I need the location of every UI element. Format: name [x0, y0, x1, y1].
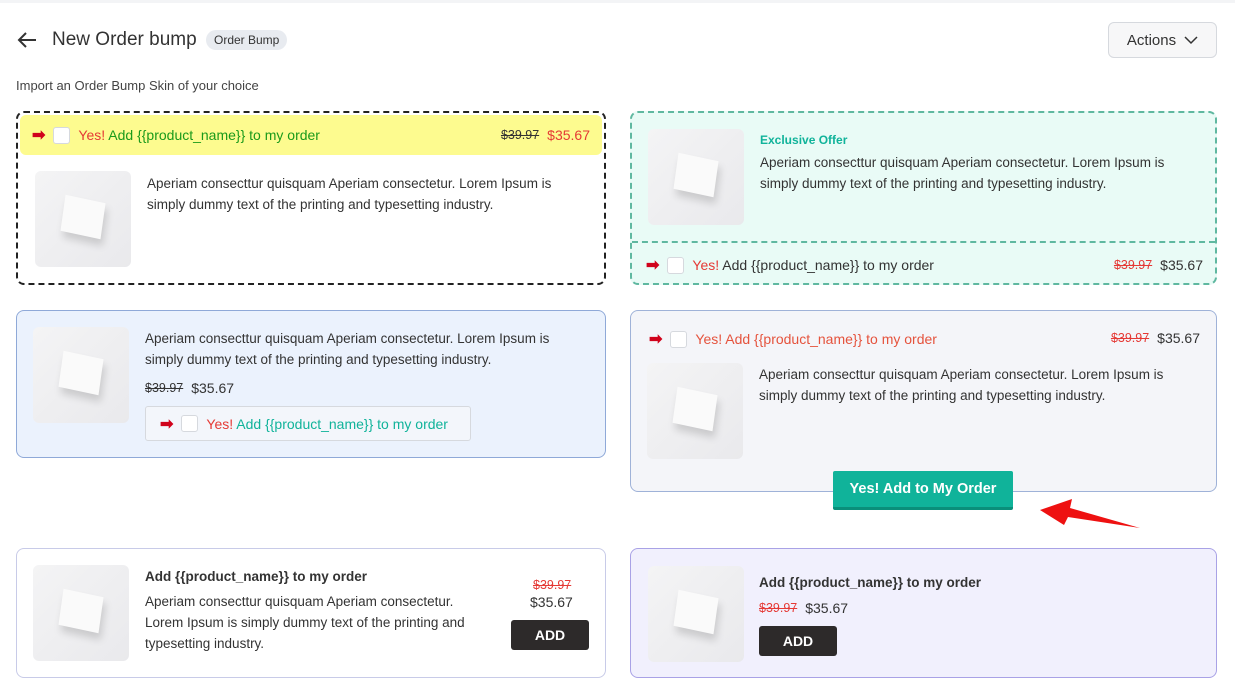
divider: [632, 241, 1215, 243]
price: $35.67: [1160, 257, 1203, 273]
product-image: [35, 171, 131, 267]
actions-button[interactable]: Actions: [1108, 22, 1217, 58]
product-image: [33, 327, 129, 423]
description: Aperiam consecttur quisquam Aperiam cons…: [147, 176, 552, 212]
arrow-icon: ➡: [646, 257, 660, 274]
product-image: [648, 566, 744, 662]
page-title: New Order bump: [52, 29, 197, 50]
add-row[interactable]: ➡ Yes! Add {{product_name}} to my order: [145, 406, 471, 441]
old-price: $39.97: [500, 128, 540, 142]
add-to-order-button[interactable]: Yes! Add to My Order: [833, 471, 1013, 510]
add-text: Add {{product_name}} to my order: [236, 415, 448, 432]
type-badge: Order Bump: [206, 30, 288, 50]
old-price: $39.97: [1110, 331, 1150, 345]
price: $35.67: [805, 600, 849, 616]
skin-card-3[interactable]: Aperiam consecttur quisquam Aperiam cons…: [16, 310, 606, 458]
top-divider: [0, 0, 1235, 3]
checkbox[interactable]: [667, 256, 685, 274]
skin-card-4[interactable]: ➡ Yes! Add {{product_name}} to my order $…: [630, 310, 1217, 492]
price: $35.67: [530, 594, 573, 610]
back-arrow-icon[interactable]: [16, 28, 40, 52]
description: Aperiam consecttur quisquam Aperiam cons…: [760, 155, 1165, 191]
arrow-icon: ➡: [160, 415, 174, 433]
add-button[interactable]: ADD: [511, 620, 589, 650]
yes-text: Yes!: [206, 415, 234, 432]
old-price: $39.97: [759, 601, 798, 615]
skin-card-1[interactable]: ➡ Yes! Add {{product_name}} to my order $…: [16, 111, 606, 285]
price: $35.67: [191, 380, 235, 396]
add-text: Add {{product_name}} to my order: [108, 127, 320, 143]
add-text: Add {{product_name}} to my order: [722, 257, 934, 273]
actions-label: Actions: [1126, 31, 1177, 49]
skin-card-2[interactable]: Exclusive Offer Aperiam consecttur quisq…: [630, 111, 1217, 285]
product-image: [647, 363, 743, 459]
product-title: Add {{product_name}} to my order: [145, 569, 368, 584]
checkbox[interactable]: [181, 415, 199, 432]
chevron-down-icon: [1184, 36, 1198, 45]
page-subtitle: Import an Order Bump Skin of your choice: [16, 78, 259, 93]
description: Aperiam consecttur quisquam Aperiam cons…: [759, 367, 1164, 403]
arrow-icon: ➡: [32, 127, 46, 144]
arrow-icon: ➡: [649, 331, 663, 348]
add-button[interactable]: ADD: [759, 626, 837, 656]
product-title: Add {{product_name}} to my order: [759, 575, 982, 590]
add-text: Yes! Add {{product_name}} to my order: [695, 331, 937, 347]
annotation-arrow-icon: [1040, 499, 1140, 528]
price: $35.67: [1157, 330, 1200, 346]
skin-card-6[interactable]: Add {{product_name}} to my order $39.97 $…: [630, 548, 1217, 678]
description: Aperiam consecttur quisquam Aperiam cons…: [145, 594, 465, 651]
price: $35.67: [547, 127, 590, 143]
old-price: $39.97: [1113, 258, 1153, 272]
description: Aperiam consecttur quisquam Aperiam cons…: [145, 331, 550, 367]
old-price: $39.97: [145, 381, 184, 395]
checkbox[interactable]: [670, 330, 688, 348]
yes-text: Yes!: [692, 257, 720, 273]
exclusive-offer-label: Exclusive Offer: [760, 133, 848, 147]
old-price: $39.97: [533, 578, 572, 592]
checkbox[interactable]: [53, 126, 71, 144]
skin-card-5[interactable]: Add {{product_name}} to my order Aperiam…: [16, 548, 606, 678]
yes-text: Yes!: [78, 127, 106, 143]
product-image: [648, 129, 744, 225]
product-image: [33, 565, 129, 661]
